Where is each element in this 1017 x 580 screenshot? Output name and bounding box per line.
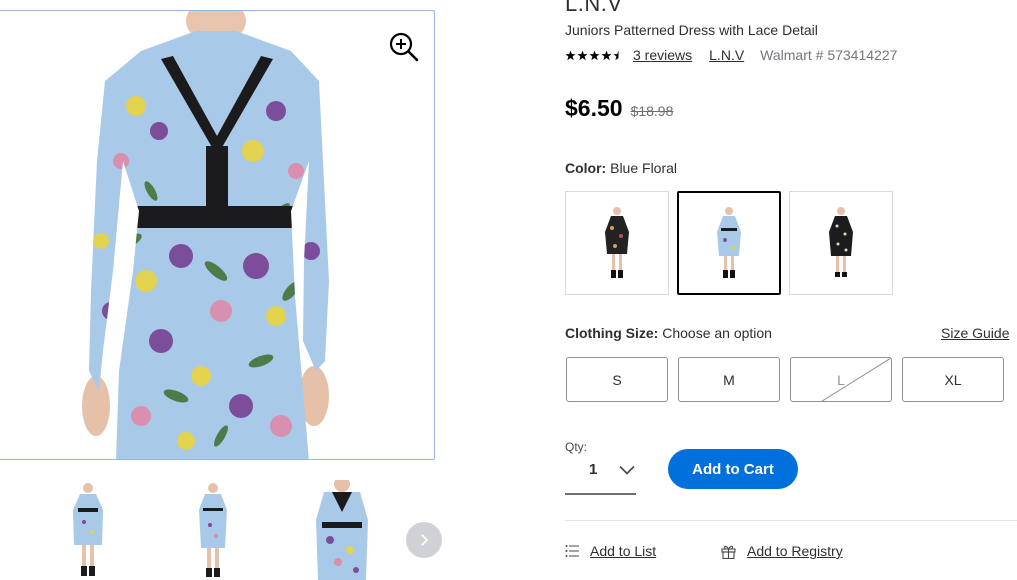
zoom-in-icon[interactable] <box>388 31 420 63</box>
size-label: Clothing Size: <box>565 325 659 341</box>
quantity-label: Qty: <box>565 440 588 454</box>
color-option-label: Color: Blue Floral <box>565 160 677 176</box>
current-price: $6.50 <box>565 95 623 121</box>
quantity-value: 1 <box>589 461 598 478</box>
list-icon <box>565 545 579 557</box>
add-to-registry-label: Add to Registry <box>747 543 843 559</box>
size-choose-prompt: Choose an option <box>662 325 772 341</box>
brand-heading: L.N.V <box>565 0 623 16</box>
swatch-dress-image <box>605 207 629 278</box>
color-swatch-blue-floral[interactable] <box>677 191 781 295</box>
swatch-dress-image <box>829 207 853 277</box>
chevron-right-icon <box>421 534 429 546</box>
thumbnail-1[interactable] <box>58 480 118 580</box>
section-divider <box>565 520 1017 521</box>
size-option-label: Clothing Size: Choose an option <box>565 325 772 341</box>
was-price: $18.98 <box>630 103 674 119</box>
price-block: $6.50 $18.98 <box>565 95 673 122</box>
dress-photo <box>82 11 329 459</box>
add-to-cart-button[interactable]: Add to Cart <box>668 449 798 489</box>
size-button-xl[interactable]: XL <box>902 357 1004 402</box>
brand-link[interactable]: L.N.V <box>709 47 744 63</box>
add-to-list-label: Add to List <box>590 543 657 559</box>
thumbnail-dress-image <box>199 483 227 577</box>
star-icon <box>589 50 600 60</box>
thumbnail-3[interactable] <box>312 480 372 580</box>
thumbnail-dress-image <box>73 483 103 576</box>
color-swatch-black-floral-alt[interactable] <box>789 191 893 295</box>
color-label: Color: <box>565 160 607 176</box>
add-to-registry-link[interactable]: Add to Registry <box>721 543 843 559</box>
product-title: Juniors Patterned Dress with Lace Detail <box>565 22 818 38</box>
color-swatch-black-floral[interactable] <box>565 191 669 295</box>
product-meta: 3 reviews L.N.V Walmart # 573414227 <box>565 47 897 63</box>
color-selected-value: Blue Floral <box>610 160 678 176</box>
star-icon <box>577 50 588 60</box>
item-number: Walmart # 573414227 <box>760 47 898 63</box>
half-star-icon <box>613 50 619 60</box>
quantity-select[interactable]: 1 <box>565 455 636 495</box>
star-rating[interactable] <box>565 50 624 61</box>
star-icon <box>601 50 612 60</box>
star-icon <box>565 50 576 60</box>
size-button-l[interactable]: L <box>790 357 892 402</box>
add-to-list-link[interactable]: Add to List <box>565 543 656 559</box>
gift-icon <box>721 545 736 559</box>
size-button-s[interactable]: S <box>566 357 668 402</box>
next-thumbnails-button[interactable] <box>406 522 442 558</box>
main-product-image[interactable] <box>0 10 435 460</box>
chevron-down-icon <box>619 465 635 475</box>
size-guide-link[interactable]: Size Guide <box>941 325 1009 341</box>
thumbnail-dress-image <box>316 480 368 580</box>
size-button-label: L <box>837 371 845 388</box>
reviews-link[interactable]: 3 reviews <box>633 47 692 63</box>
thumbnail-2[interactable] <box>183 480 243 580</box>
size-button-m[interactable]: M <box>678 357 780 402</box>
swatch-dress-image <box>717 207 741 278</box>
